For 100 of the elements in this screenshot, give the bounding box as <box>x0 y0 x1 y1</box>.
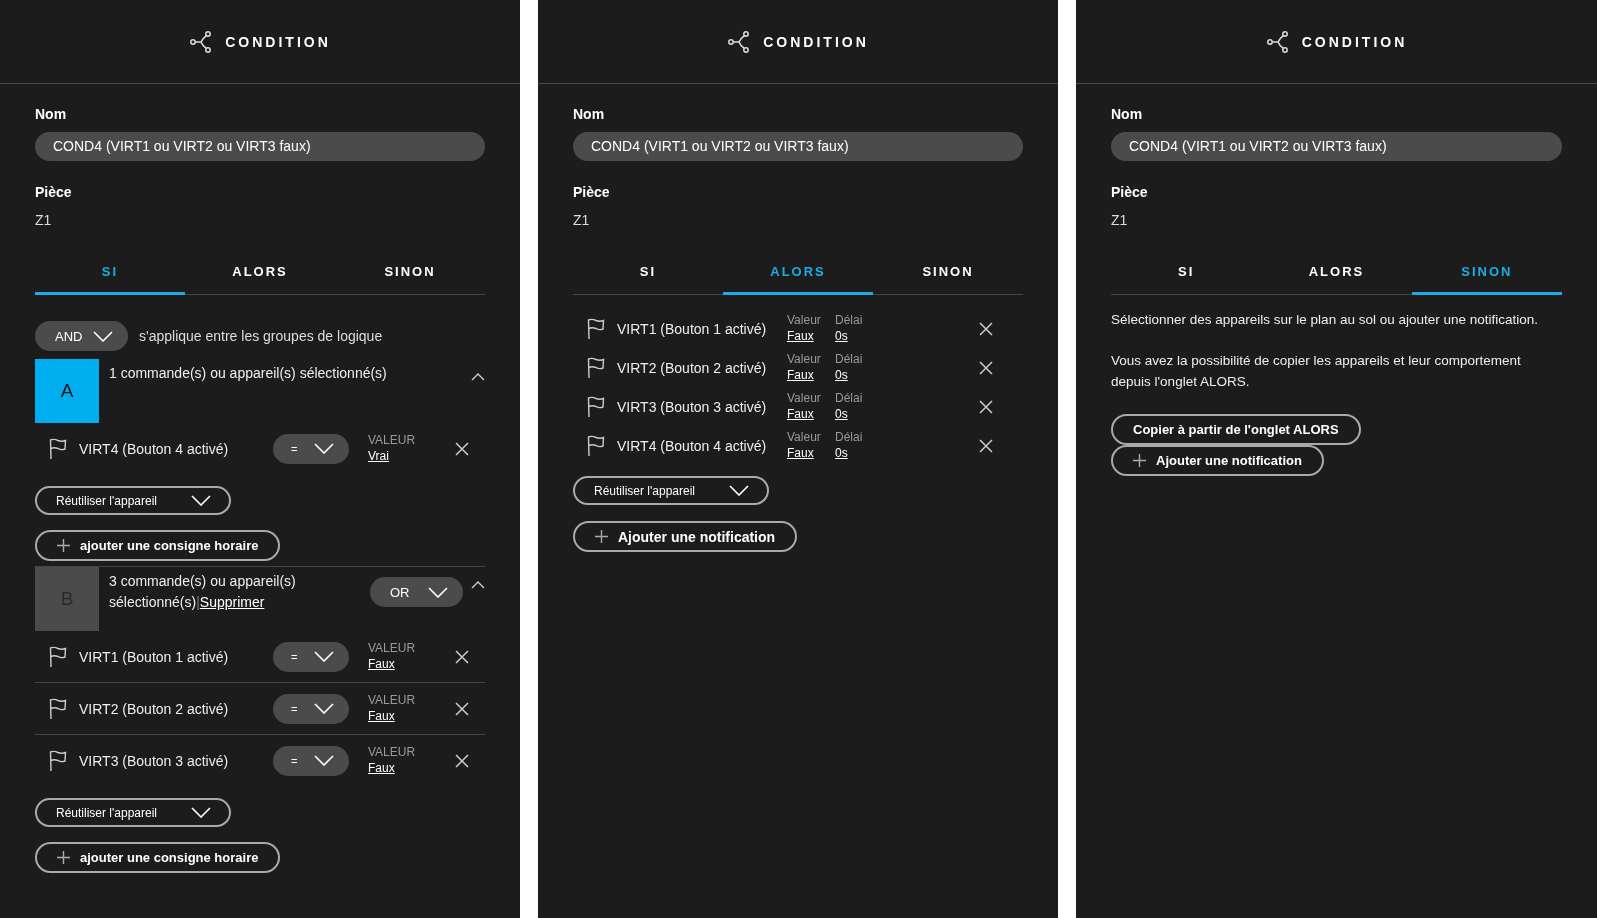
value-link[interactable]: Faux <box>368 656 395 672</box>
operator-dropdown[interactable]: = <box>273 433 349 464</box>
flag-icon <box>587 317 605 340</box>
delay-link[interactable]: 0s <box>835 328 848 344</box>
delay-label: Délai <box>835 391 864 406</box>
flag-icon <box>587 356 605 379</box>
operator-dropdown[interactable]: = <box>273 641 349 672</box>
delay-link[interactable]: 0s <box>835 406 848 422</box>
field-label: Nom <box>573 106 606 122</box>
collapse-icon[interactable] <box>471 581 485 589</box>
chevron-down-icon <box>428 586 448 598</box>
flag-icon <box>587 395 605 418</box>
tab[interactable]: SINON <box>1411 256 1562 295</box>
panel-title: CONDITION <box>1301 33 1408 50</box>
close-icon[interactable] <box>979 360 993 375</box>
close-icon[interactable] <box>455 753 469 768</box>
delay-label: Délai <box>835 352 864 367</box>
tab[interactable]: ALORS <box>1261 256 1412 295</box>
chevron-down-icon <box>191 495 211 506</box>
close-icon[interactable] <box>455 649 469 664</box>
device-name: VIRT4 (Bouton 4 activé) <box>617 437 768 454</box>
action-button[interactable]: Copier à partir de l'onglet ALORS <box>1111 414 1361 445</box>
panel-title: CONDITION <box>225 33 331 50</box>
field-label: Pièce <box>35 184 73 200</box>
plus-icon <box>595 530 608 543</box>
room-value: Z1 <box>35 212 53 228</box>
plus-icon <box>1133 454 1146 467</box>
chevron-down-icon <box>93 330 113 342</box>
field-label: Pièce <box>573 184 611 200</box>
delay-link[interactable]: 0s <box>835 367 848 383</box>
field-label: Pièce <box>1111 184 1149 200</box>
tab[interactable]: SINON <box>335 256 485 295</box>
device-name: VIRT1 (Bouton 1 activé) <box>617 320 768 337</box>
value-label: VALEUR <box>368 745 417 760</box>
operator-dropdown[interactable]: = <box>273 745 349 776</box>
branch-icon <box>1265 29 1290 54</box>
close-icon[interactable] <box>455 441 469 456</box>
chevron-down-icon <box>314 703 334 714</box>
value-label: VALEUR <box>368 433 417 448</box>
group-summary: 3 commande(s) ou appareil(s) sélectionné(s)|Supprimer <box>108 572 297 612</box>
chevron-down-icon <box>314 443 334 454</box>
delete-link[interactable]: Supprimer <box>199 594 265 610</box>
info-paragraph: Vous avez la possibilité de copier les appareils et leur comportement depuis l'onglet ALORS. <box>1111 352 1522 391</box>
logic-description: s'applique entre les groupes de logique <box>139 328 383 344</box>
value-link[interactable]: Faux <box>787 406 814 422</box>
value-link[interactable]: Faux <box>787 367 814 383</box>
chevron-down-icon <box>729 485 749 496</box>
room-value: Z1 <box>1111 212 1129 228</box>
chevron-down-icon <box>191 807 211 818</box>
value-label: Valeur <box>787 430 822 445</box>
value-link[interactable]: Faux <box>368 708 395 724</box>
group-logic-dropdown[interactable]: OR <box>370 577 463 607</box>
flag-icon <box>49 437 67 460</box>
chevron-down-icon <box>314 755 334 766</box>
device-name: VIRT2 (Bouton 2 activé) <box>79 700 230 717</box>
add-schedule-button[interactable]: ajouter une consigne horaire <box>35 842 281 873</box>
action-button[interactable]: Ajouter une notification <box>1111 445 1324 476</box>
close-icon[interactable] <box>979 321 993 336</box>
delay-label: Délai <box>835 313 864 328</box>
field-label: Nom <box>1111 106 1144 122</box>
tab[interactable]: SINON <box>873 256 1023 295</box>
value-label: VALEUR <box>368 693 417 708</box>
delay-link[interactable]: 0s <box>835 445 848 461</box>
value-link[interactable]: Faux <box>787 445 814 461</box>
tab[interactable]: SI <box>35 256 185 295</box>
close-icon[interactable] <box>979 438 993 453</box>
add-schedule-button[interactable]: ajouter une consigne horaire <box>35 530 281 561</box>
close-icon[interactable] <box>979 399 993 414</box>
operator-dropdown[interactable]: = <box>273 693 349 724</box>
device-name: VIRT1 (Bouton 1 activé) <box>79 648 230 665</box>
name-field[interactable]: COND4 (VIRT1 ou VIRT2 ou VIRT3 faux) <box>573 132 1023 161</box>
value-label: Valeur <box>787 313 822 328</box>
plus-icon <box>57 539 70 552</box>
group-letter-tile[interactable]: A <box>35 359 99 423</box>
value-label: Valeur <box>787 391 822 406</box>
device-name: VIRT3 (Bouton 3 activé) <box>79 752 230 769</box>
close-icon[interactable] <box>455 701 469 716</box>
plus-icon <box>57 851 70 864</box>
value-link[interactable]: Faux <box>368 760 395 776</box>
name-field[interactable]: COND4 (VIRT1 ou VIRT2 ou VIRT3 faux) <box>35 132 485 161</box>
tab[interactable]: SI <box>573 256 723 295</box>
tab[interactable]: SI <box>1111 256 1262 295</box>
value-link[interactable]: Faux <box>787 328 814 344</box>
device-name: VIRT4 (Bouton 4 activé) <box>79 440 230 457</box>
flag-icon <box>49 697 67 720</box>
device-name: VIRT2 (Bouton 2 activé) <box>617 359 768 376</box>
group-summary: 1 commande(s) ou appareil(s) sélectionné(s) <box>108 364 388 383</box>
logic-dropdown[interactable]: AND <box>35 321 128 351</box>
add-notification-button[interactable]: Ajouter une notification <box>573 521 798 552</box>
value-link[interactable]: Vrai <box>368 448 389 464</box>
name-field[interactable]: COND4 (VIRT1 ou VIRT2 ou VIRT3 faux) <box>1111 132 1562 161</box>
flag-icon <box>49 645 67 668</box>
reuse-device-dropdown[interactable]: Réutiliser l'appareil <box>35 798 231 827</box>
collapse-icon[interactable] <box>471 373 485 381</box>
device-name: VIRT3 (Bouton 3 activé) <box>617 398 768 415</box>
value-label: Valeur <box>787 352 822 367</box>
reuse-device-dropdown[interactable]: Réutiliser l'appareil <box>573 476 769 505</box>
tab[interactable]: ALORS <box>723 256 873 295</box>
reuse-device-dropdown[interactable]: Réutiliser l'appareil <box>35 486 231 515</box>
tab[interactable]: ALORS <box>185 256 335 295</box>
